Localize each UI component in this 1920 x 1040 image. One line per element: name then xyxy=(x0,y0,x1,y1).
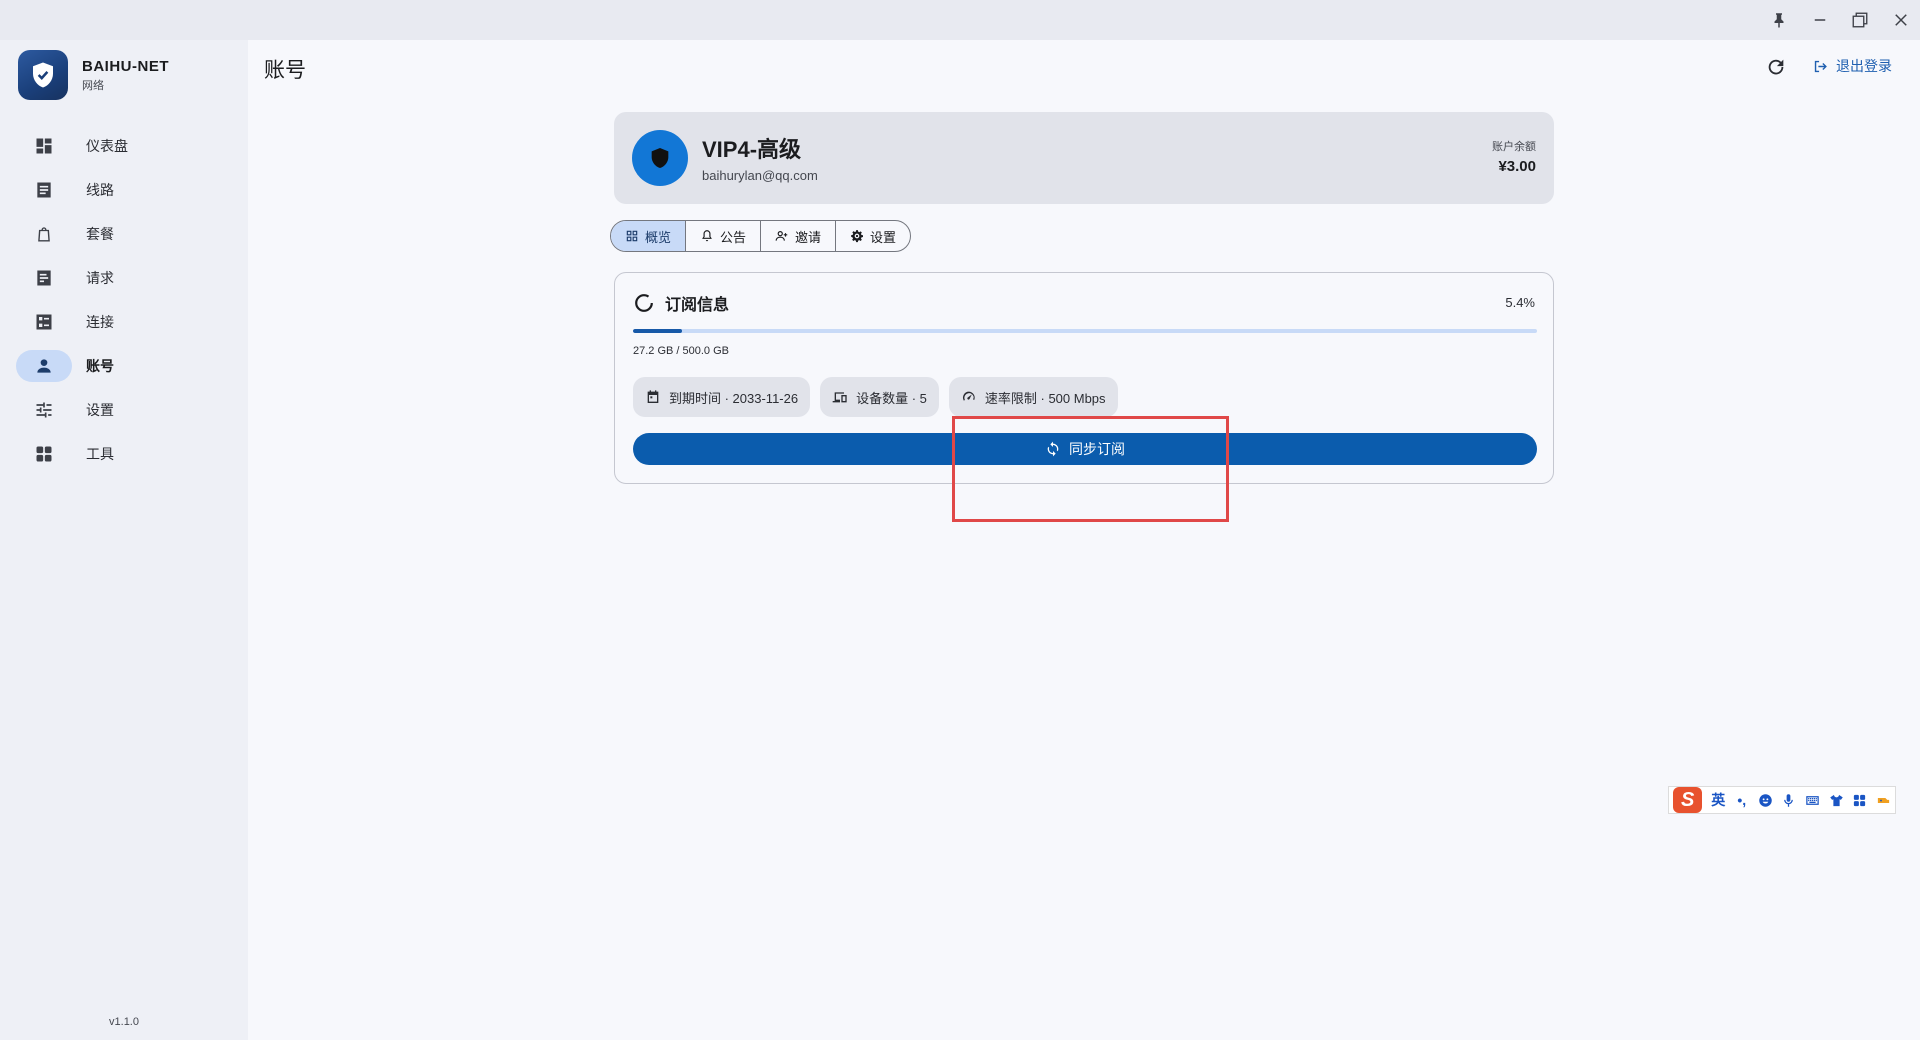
tab-label: 概览 xyxy=(645,229,672,245)
page-title: 账号 xyxy=(264,59,306,82)
requests-icon xyxy=(16,262,72,294)
sogou-logo-icon[interactable]: S xyxy=(1673,787,1703,813)
calendar-icon xyxy=(647,390,659,403)
gear-icon xyxy=(851,230,864,243)
tab-invite[interactable]: 邀请 xyxy=(761,221,837,251)
sidebar-item-label: 线路 xyxy=(86,182,114,198)
profile-card: VIP4-高级 baihurylan@qq.com 账户余额 ¥3.00 xyxy=(614,112,1554,204)
speedometer-icon xyxy=(962,391,975,401)
progress-ring-icon xyxy=(635,294,653,312)
ime-mode-toggle[interactable]: 英 xyxy=(1706,790,1730,810)
minimize-icon[interactable] xyxy=(1805,6,1835,34)
brand-subtitle: 网络 xyxy=(82,79,104,92)
logout-label: 退出登录 xyxy=(1836,58,1892,74)
chip-label: 设备数量 · 5 xyxy=(856,390,927,406)
tab-overview[interactable]: 概览 xyxy=(611,221,687,251)
account-email: baihurylan@qq.com xyxy=(702,168,818,183)
routes-icon xyxy=(16,174,72,206)
sync-label: 同步订阅 xyxy=(1069,441,1125,457)
shopping-bag-icon xyxy=(16,218,72,250)
sidebar-item-requests[interactable]: 请求 xyxy=(16,260,232,296)
sidebar-item-plans[interactable]: 套餐 xyxy=(16,216,232,252)
subscription-chips: 到期时间 · 2033-11-26 设备数量 · 5 速率限制 · 500 Mb… xyxy=(633,377,1128,417)
skin-shirt-icon[interactable] xyxy=(1824,792,1848,809)
chip-label: 到期时间 · 2033-11-26 xyxy=(669,390,799,406)
usage-text: 27.2 GB / 500.0 GB xyxy=(633,345,730,357)
expiry-chip: 到期时间 · 2033-11-26 xyxy=(633,377,811,417)
avatar xyxy=(632,130,688,186)
sidebar-item-label: 工具 xyxy=(86,446,114,462)
sidebar-item-tools[interactable]: 工具 xyxy=(16,436,232,472)
chip-label: 速率限制 · 500 Mbps xyxy=(984,390,1106,406)
usage-percent: 5.4% xyxy=(1505,295,1535,310)
refresh-icon[interactable] xyxy=(1765,56,1789,80)
subscription-title-text: 订阅信息 xyxy=(665,297,730,314)
tab-announcements[interactable]: 公告 xyxy=(686,221,762,251)
sidebar-item-label: 请求 xyxy=(86,270,114,286)
logout-button[interactable]: 退出登录 xyxy=(1812,56,1892,76)
shield-icon xyxy=(651,148,669,168)
sidebar-item-dashboard[interactable]: 仪表盘 xyxy=(16,128,232,164)
sidebar-item-routes[interactable]: 线路 xyxy=(16,172,232,208)
sidebar-item-account[interactable]: 账号 xyxy=(16,348,232,384)
dashboard-icon xyxy=(16,130,72,162)
tab-settings[interactable]: 设置 xyxy=(836,221,910,251)
toolbox-grid-icon[interactable] xyxy=(1848,792,1872,809)
sidebar-item-label: 套餐 xyxy=(86,226,114,242)
brand-name: BAIHU-NET xyxy=(82,57,169,75)
sliders-icon xyxy=(16,394,72,426)
app-version: v1.1.0 xyxy=(109,1016,139,1028)
devices-icon xyxy=(832,392,847,403)
sync-icon xyxy=(1047,441,1059,457)
maximize-icon[interactable] xyxy=(1845,6,1875,34)
sidebar-item-label: 连接 xyxy=(86,314,114,330)
plan-name: VIP4-高级 xyxy=(702,137,802,162)
keyboard-icon[interactable] xyxy=(1801,792,1825,809)
balance-value: ¥3.00 xyxy=(1498,158,1536,175)
tab-label: 邀请 xyxy=(795,229,822,245)
invite-icon xyxy=(775,231,788,241)
pin-icon[interactable] xyxy=(1764,6,1794,34)
window-titlebar xyxy=(0,0,1920,40)
ime-toolbar: S 英 •, xyxy=(1668,786,1896,814)
logout-icon xyxy=(1814,60,1827,72)
shield-logo-icon xyxy=(18,50,68,100)
close-icon[interactable] xyxy=(1886,6,1916,34)
person-icon xyxy=(16,350,72,382)
usage-progress-bar xyxy=(633,329,1537,333)
balance-label: 账户余额 xyxy=(1492,141,1536,153)
sync-subscription-button[interactable]: 同步订阅 xyxy=(633,433,1537,465)
sidebar-item-label: 设置 xyxy=(86,402,114,418)
sidebar-item-connections[interactable]: 连接 xyxy=(16,304,232,340)
usage-progress-fill xyxy=(633,329,682,333)
account-tabs: 概览 公告 邀请 设置 xyxy=(610,220,912,252)
sidebar-item-settings[interactable]: 设置 xyxy=(16,392,232,428)
sidebar-item-label: 账号 xyxy=(86,358,114,374)
ime-extra-icon[interactable] xyxy=(1871,792,1895,809)
grid-icon xyxy=(626,230,638,242)
bell-icon xyxy=(702,230,712,242)
connections-icon xyxy=(16,306,72,338)
apps-icon xyxy=(16,438,72,470)
sidebar-item-label: 仪表盘 xyxy=(86,138,128,154)
tab-label: 公告 xyxy=(720,229,747,245)
subscription-title: 订阅信息 xyxy=(633,291,729,315)
sidebar: BAIHU-NET 网络 仪表盘 线路 套餐 请求 连接 账号 设置 工具 v1… xyxy=(0,40,248,1040)
subscription-card: 订阅信息 5.4% 27.2 GB / 500.0 GB 到期时间 · 2033… xyxy=(614,272,1554,484)
emoji-icon[interactable] xyxy=(1754,792,1778,809)
brand: BAIHU-NET 网络 xyxy=(18,50,169,100)
ime-punctuation-toggle[interactable]: •, xyxy=(1730,792,1754,808)
tab-label: 设置 xyxy=(870,229,897,245)
speed-limit-chip: 速率限制 · 500 Mbps xyxy=(948,377,1118,417)
devices-chip: 设备数量 · 5 xyxy=(820,377,939,417)
sidebar-nav: 仪表盘 线路 套餐 请求 连接 账号 设置 工具 xyxy=(16,128,232,480)
microphone-icon[interactable] xyxy=(1777,792,1801,809)
